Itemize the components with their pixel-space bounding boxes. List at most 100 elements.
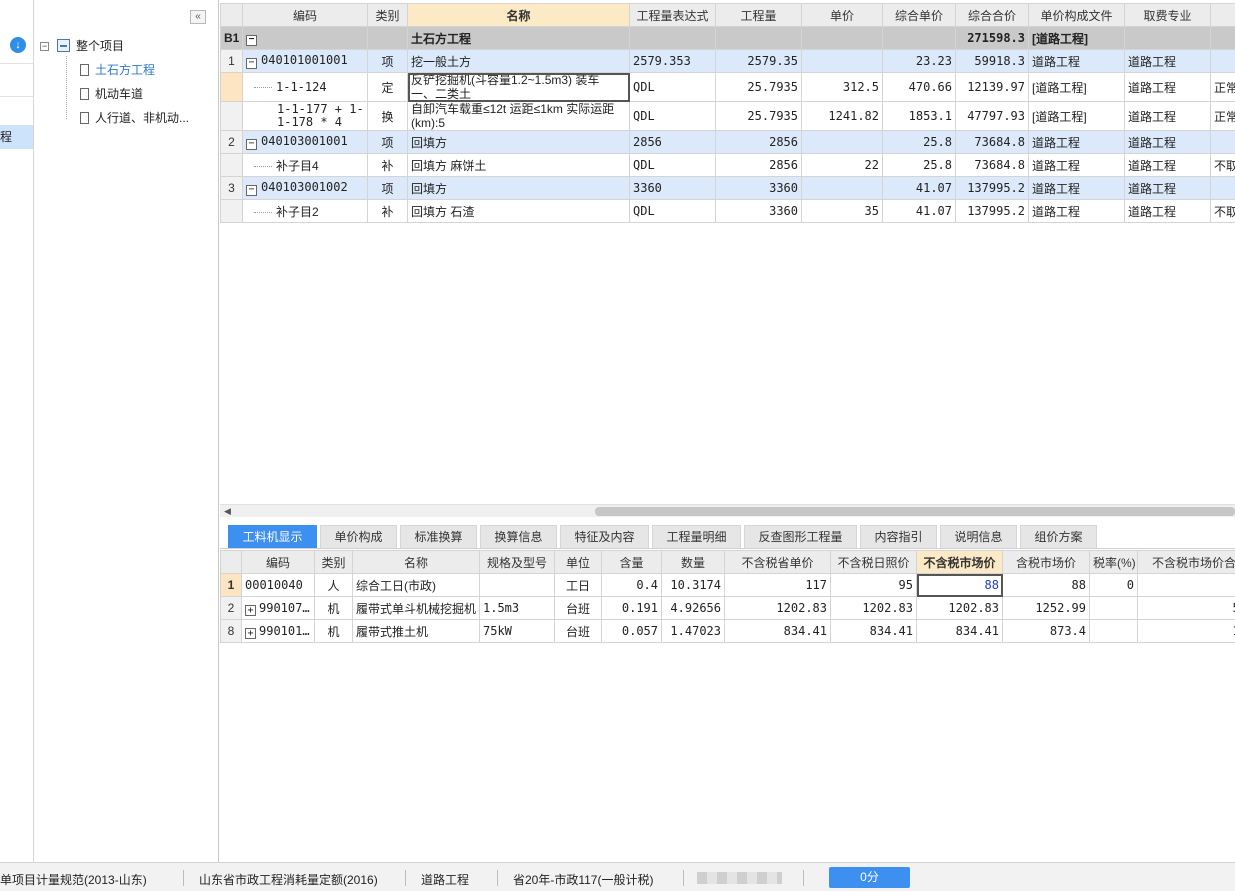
section-row[interactable]: B1 − 土石方工程 271598.3 [道路工程]	[220, 26, 1235, 50]
collapse-panel-button[interactable]: «	[190, 10, 206, 24]
cell-price-file[interactable]: 道路工程	[1028, 153, 1125, 177]
cell-tax-rate[interactable]	[1089, 596, 1138, 620]
header-price[interactable]: 单价	[801, 3, 883, 27]
cell-expression[interactable]: QDL	[629, 153, 716, 177]
cell-price-file[interactable]: [道路工程]	[1028, 101, 1125, 131]
tab-quantity-details[interactable]: 工程量明细	[652, 525, 741, 548]
header-spec[interactable]: 规格及型号	[479, 550, 555, 574]
cell-price-file[interactable]: 道路工程	[1028, 49, 1125, 73]
cell-tax-rate[interactable]: 0	[1089, 573, 1138, 597]
tab-resources[interactable]: 工料机显示	[228, 525, 317, 548]
cell-content[interactable]: 0.191	[601, 596, 662, 620]
header-market-price[interactable]: 不含税市场价	[916, 550, 1003, 574]
header-tax-rate[interactable]: 税率(%)	[1089, 550, 1138, 574]
header-code[interactable]: 编码	[241, 550, 315, 574]
table-row[interactable]: 8 +990101… 机 履带式推土机 75kW 台班 0.057 1.4702…	[220, 619, 1235, 643]
header-quantity[interactable]: 工程量	[715, 3, 802, 27]
cell-market-price[interactable]: 834.41	[916, 619, 1003, 643]
cell-price[interactable]	[801, 49, 883, 73]
header-fee-spec[interactable]: 取费专业	[1124, 3, 1211, 27]
cell-price-file[interactable]: [道路工程]	[1028, 72, 1125, 102]
cell-code[interactable]: 00010040	[241, 573, 315, 597]
cell-quantity[interactable]: 4.92656	[661, 596, 725, 620]
cell-market-price-tax[interactable]: 873.4	[1002, 619, 1090, 643]
cell-name[interactable]: 回填方 麻饼土	[407, 153, 630, 177]
cell-code[interactable]: 990107…	[259, 601, 310, 615]
cell-market-price-tax[interactable]: 88	[1002, 573, 1090, 597]
left-nav-selected-item[interactable]: 程	[0, 125, 33, 149]
collapse-toggle-icon[interactable]: −	[246, 35, 257, 46]
cell-quantity[interactable]: 2579.35	[715, 49, 802, 73]
cell-fee-spec[interactable]: 道路工程	[1124, 130, 1211, 154]
scrollbar-thumb[interactable]	[595, 507, 1235, 516]
cell-quantity[interactable]: 10.3174	[661, 573, 725, 597]
header-name[interactable]: 名称	[407, 3, 630, 27]
tree-root[interactable]: − 整个项目	[40, 37, 124, 55]
cell-expression[interactable]: QDL	[629, 101, 716, 131]
tree-item-earthwork[interactable]: 土石方工程	[80, 61, 155, 79]
cell-price-file[interactable]: 道路工程	[1028, 176, 1125, 200]
cell-content[interactable]: 0.4	[601, 573, 662, 597]
header-code[interactable]: 编码	[242, 3, 368, 27]
cell-tax-rate[interactable]	[1089, 619, 1138, 643]
header-market-sum[interactable]: 不含税市场价合	[1137, 550, 1235, 574]
cell-fee-spec[interactable]: 道路工程	[1124, 153, 1211, 177]
cell-expression[interactable]: QDL	[629, 72, 716, 102]
tab-pricing-scheme[interactable]: 组价方案	[1020, 525, 1097, 548]
cell-name[interactable]: 回填方	[407, 176, 630, 200]
cell-fee-spec[interactable]: 道路工程	[1124, 101, 1211, 131]
cell-price[interactable]: 1241.82	[801, 101, 883, 131]
header-price-file[interactable]: 单价构成文件	[1028, 3, 1125, 27]
header-unit[interactable]: 单位	[554, 550, 602, 574]
tab-description[interactable]: 说明信息	[940, 525, 1017, 548]
collapse-toggle-icon[interactable]: −	[246, 58, 257, 69]
cell-name[interactable]: 回填方 石渣	[407, 199, 630, 223]
header-quantity[interactable]: 数量	[661, 550, 725, 574]
scroll-left-icon[interactable]: ◀	[224, 506, 231, 517]
cell-fee-spec[interactable]: 道路工程	[1124, 72, 1211, 102]
header-market-price-tax[interactable]: 含税市场价	[1002, 550, 1090, 574]
cell-code[interactable]: 990101…	[259, 624, 310, 638]
collapse-toggle-icon[interactable]: −	[246, 139, 257, 150]
header-name[interactable]: 名称	[352, 550, 480, 574]
header-type[interactable]: 类别	[367, 3, 408, 27]
cell-price[interactable]	[801, 176, 883, 200]
tab-reverse-check[interactable]: 反查图形工程量	[744, 525, 857, 548]
header-type[interactable]: 类别	[314, 550, 353, 574]
download-icon[interactable]: ↓	[10, 37, 26, 53]
cell-name[interactable]: 综合工日(市政)	[352, 573, 480, 597]
collapse-toggle-icon[interactable]: −	[246, 185, 257, 196]
header-expression[interactable]: 工程量表达式	[629, 3, 716, 27]
cell-content[interactable]: 0.057	[601, 619, 662, 643]
header-total[interactable]: 综合合价	[955, 3, 1029, 27]
cell-quantity[interactable]: 1.47023	[661, 619, 725, 643]
table-row[interactable]: 2 −040103001001 项 回填方 2856 2856 25.8 736…	[220, 130, 1235, 154]
cell-name[interactable]: 自卸汽车载重≤12t 运距≤1km 实际运距(km):5	[407, 101, 630, 131]
cell-expression[interactable]: 2579.353	[629, 49, 716, 73]
cell-spec[interactable]: 1.5m3	[479, 596, 555, 620]
tree-item-sidewalk[interactable]: 人行道、非机动...	[80, 109, 189, 127]
cell-name-editing[interactable]: 反铲挖掘机(斗容量1.2~1.5m3) 装车 一、二类土	[407, 72, 630, 102]
table-row[interactable]: 3 −040103001002 项 回填方 3360 3360 41.07 13…	[220, 176, 1235, 200]
cell-price[interactable]: 312.5	[801, 72, 883, 102]
cell-spec[interactable]: 75kW	[479, 619, 555, 643]
tab-conversion-info[interactable]: 换算信息	[480, 525, 557, 548]
cell-quantity[interactable]: 2856	[715, 153, 802, 177]
status-specialty[interactable]: 道路工程	[421, 871, 469, 888]
collapse-toggle-icon[interactable]: −	[40, 42, 49, 51]
cell-name[interactable]: 回填方	[407, 130, 630, 154]
tab-price-composition[interactable]: 单价构成	[320, 525, 397, 548]
cell-quantity[interactable]: 25.7935	[715, 72, 802, 102]
cell-price[interactable]	[801, 130, 883, 154]
horizontal-scrollbar[interactable]: ◀	[220, 504, 1235, 517]
tab-standard-conversion[interactable]: 标准换算	[400, 525, 477, 548]
tree-item-motorway[interactable]: 机动车道	[80, 85, 143, 103]
table-row[interactable]: 1 00010040 人 综合工日(市政) 工日 0.4 10.3174 117…	[220, 573, 1235, 597]
header-unit-total[interactable]: 综合单价	[882, 3, 956, 27]
expand-toggle-icon[interactable]: +	[245, 604, 256, 616]
table-row[interactable]: 1-1-124 定 反铲挖掘机(斗容量1.2~1.5m3) 装车 一、二类土 Q…	[220, 72, 1235, 102]
cell-price[interactable]: 22	[801, 153, 883, 177]
cell-expression[interactable]: 2856	[629, 130, 716, 154]
cell-quantity[interactable]: 25.7935	[715, 101, 802, 131]
cell-fee-spec[interactable]: 道路工程	[1124, 49, 1211, 73]
